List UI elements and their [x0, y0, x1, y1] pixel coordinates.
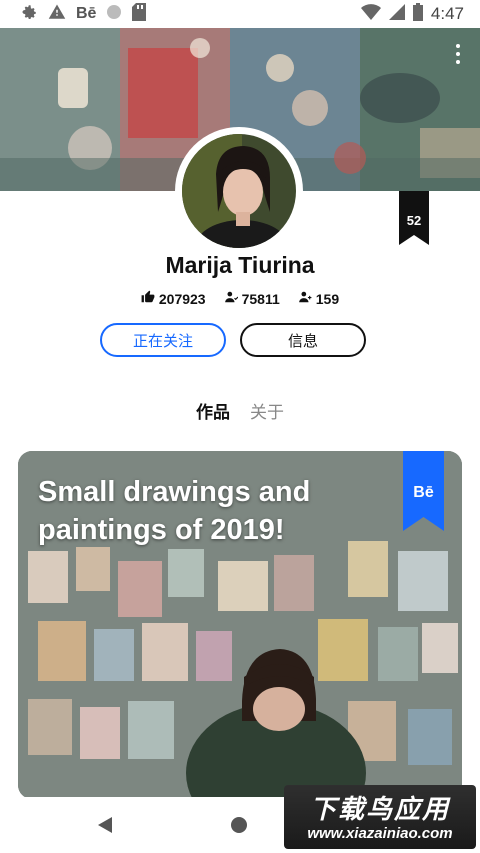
profile-name: Marija Tiurina [165, 252, 315, 278]
circle-icon [106, 4, 122, 25]
ranking-badge: 52 [399, 191, 429, 245]
following-button[interactable]: 正在关注 [100, 323, 226, 357]
profile-tabs: 作品 关于 [0, 398, 480, 423]
status-bar-left: Bē [0, 2, 147, 26]
tab-works[interactable]: 作品 [196, 398, 230, 423]
appreciations-stat: 207923 [141, 290, 206, 307]
followers-count: 75811 [241, 290, 280, 307]
tab-about[interactable]: 关于 [250, 398, 284, 423]
system-nav-bar: 下载鸟应用 www.xiazainiao.com [0, 785, 480, 853]
watermark-title: 下载鸟应用 [309, 794, 450, 824]
behance-icon: Bē [76, 5, 97, 22]
wifi-icon [360, 3, 381, 25]
project-card[interactable]: Small drawings and paintings of 2019! Bē [18, 451, 462, 799]
profile-stats: 207923 75811 159 [0, 290, 480, 307]
signal-icon [388, 3, 405, 25]
watermark-logo: 下载鸟应用 www.xiazainiao.com [284, 785, 476, 849]
gear-icon [20, 3, 38, 26]
ranking-badge-value: 52 [406, 213, 422, 228]
behance-badge-label: Bē [413, 484, 434, 501]
clock: 4:47 [430, 4, 464, 23]
following-icon [298, 290, 312, 307]
info-button[interactable]: 信息 [240, 323, 366, 357]
status-bar-right: 4:47 [360, 2, 480, 26]
followers-icon [224, 290, 239, 307]
followers-stat[interactable]: 75811 [224, 290, 280, 307]
following-count: 159 [315, 290, 340, 307]
overflow-menu-icon[interactable] [456, 44, 460, 64]
thumbs-up-icon [141, 290, 155, 307]
appreciations-count: 207923 [158, 290, 206, 307]
following-stat[interactable]: 159 [298, 290, 339, 307]
avatar[interactable] [175, 127, 303, 255]
behance-badge: Bē [403, 451, 444, 531]
watermark-url: www.xiazainiao.com [307, 825, 453, 842]
status-bar: Bē 4:47 [0, 0, 480, 28]
battery-icon [412, 2, 423, 26]
avatar-photo [182, 134, 296, 248]
home-icon[interactable] [231, 817, 247, 833]
sd-card-icon [132, 2, 147, 26]
project-title: Small drawings and paintings of 2019! [38, 476, 311, 546]
back-icon[interactable] [98, 817, 114, 838]
warning-icon [48, 3, 66, 26]
